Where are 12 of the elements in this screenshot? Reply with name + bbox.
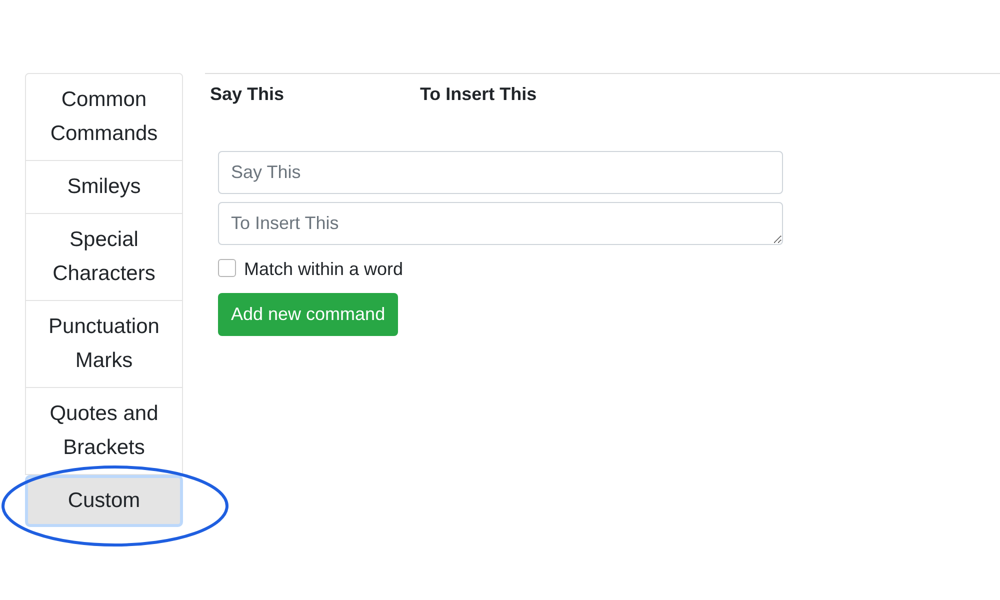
sidebar-item[interactable]: Common Commands [25,73,183,161]
sidebar-item[interactable]: Punctuation Marks [25,301,183,388]
sidebar-item[interactable]: Smileys [25,161,183,214]
sidebar-item[interactable]: Custom [25,475,183,527]
insert-this-field[interactable]: To Insert This [218,202,783,245]
say-this-field[interactable]: Say This [218,151,783,194]
column-header: Say This [210,84,286,105]
checkbox-label: Match within a word [244,259,404,280]
sidebar-item[interactable]: Quotes and Brackets [25,388,183,475]
column-header: To Insert This [420,84,537,105]
sidebar-item[interactable]: Special Characters [25,214,183,301]
match-checkbox[interactable] [218,258,236,276]
